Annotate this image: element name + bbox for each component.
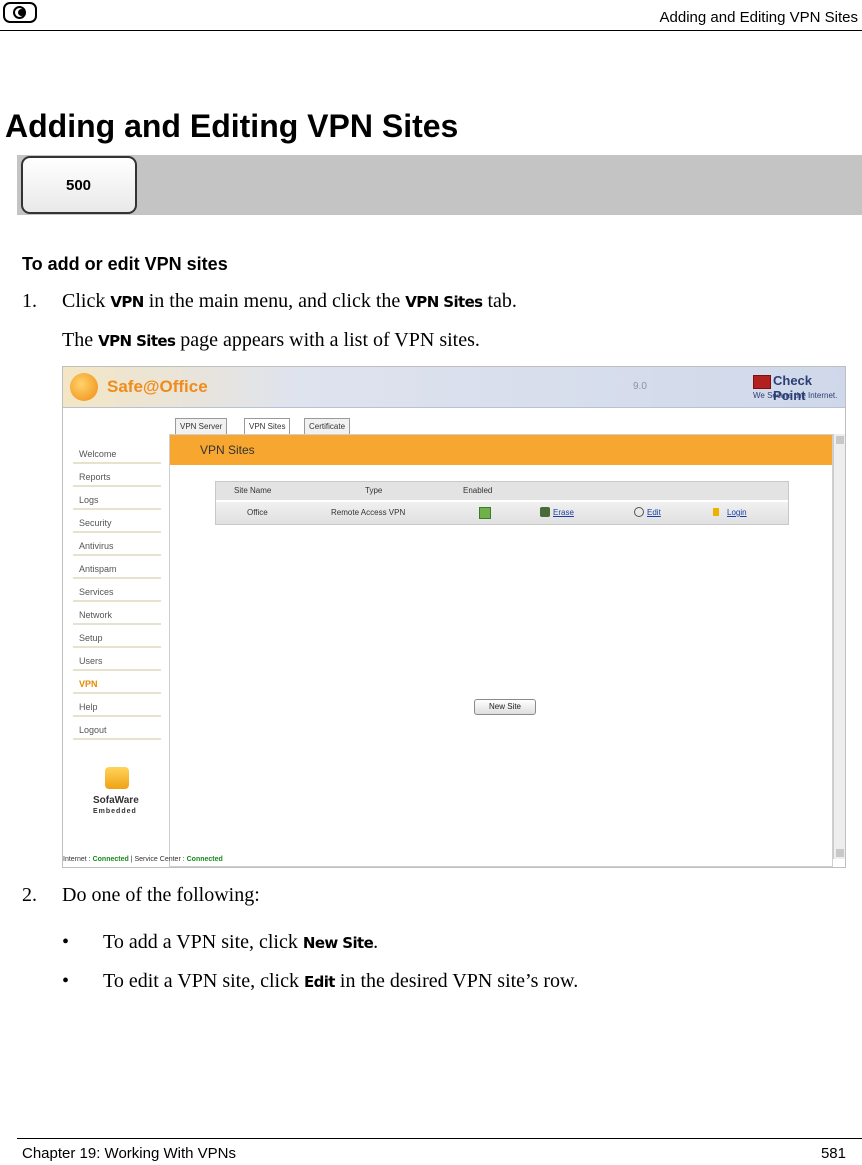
- row-site-name: Office: [247, 508, 268, 517]
- procedure-title: To add or edit VPN sites: [22, 254, 228, 274]
- ui-term-vpn-sites: VPN Sites: [98, 332, 176, 350]
- login-link[interactable]: Login: [727, 508, 747, 517]
- new-site-button[interactable]: New Site: [474, 699, 536, 715]
- sidebar-item-logout[interactable]: Logout: [73, 720, 161, 740]
- step-1-number: 1.: [22, 290, 37, 312]
- safe-office-logo-icon: [70, 373, 98, 401]
- login-icon[interactable]: [713, 508, 719, 516]
- step-2-text: Do one of the following:: [62, 884, 260, 906]
- brand-tagline: We Secure the Internet.: [753, 391, 838, 400]
- sofaware-name: SofaWare: [93, 795, 139, 806]
- erase-icon[interactable]: [540, 507, 550, 517]
- enabled-check-icon[interactable]: [479, 507, 491, 519]
- row-type: Remote Access VPN: [331, 508, 406, 517]
- step-1-result: The VPN Sites page appears with a list o…: [62, 329, 480, 351]
- sidebar-item-antivirus[interactable]: Antivirus: [73, 536, 161, 556]
- internet-status: Connected: [92, 856, 129, 863]
- sidebar-item-antispam[interactable]: Antispam: [73, 559, 161, 579]
- section-bar: [17, 155, 862, 215]
- sidebar-item-services[interactable]: Services: [73, 582, 161, 602]
- service-center-status: Connected: [186, 856, 223, 863]
- column-header-type: Type: [365, 486, 383, 495]
- footer-chapter: Chapter 19: Working With VPNs: [22, 1145, 236, 1162]
- table-row: [216, 502, 788, 524]
- ui-term-vpn-sites: VPN Sites: [405, 293, 483, 311]
- panel-title: VPN Sites: [170, 435, 832, 465]
- step-1-text: Click VPN in the main menu, and click th…: [62, 290, 517, 312]
- footer-rule: [17, 1138, 862, 1139]
- running-header-title: Adding and Editing VPN Sites: [659, 9, 858, 26]
- sidebar-item-reports[interactable]: Reports: [73, 467, 161, 487]
- sidebar-item-welcome[interactable]: Welcome: [73, 444, 161, 464]
- sofaware-sub: Embedded: [93, 808, 137, 815]
- edit-link[interactable]: Edit: [647, 508, 661, 517]
- ui-term-vpn: VPN: [110, 293, 144, 311]
- app-version: 9.0: [633, 381, 647, 392]
- bullet-edit-site: To edit a VPN site, click Edit in the de…: [103, 970, 579, 992]
- sofaware-logo-icon: [105, 767, 129, 789]
- sidebar-item-help[interactable]: Help: [73, 697, 161, 717]
- model-badge: 500: [21, 156, 137, 214]
- publisher-logo-icon: [3, 2, 37, 23]
- sidebar-item-network[interactable]: Network: [73, 605, 161, 625]
- column-header-site-name: Site Name: [234, 486, 272, 495]
- bullet-add-site: To add a VPN site, click New Site.: [103, 931, 379, 953]
- section-title: Adding and Editing VPN Sites: [5, 108, 459, 144]
- status-bar: Internet : Connected | Service Center : …: [63, 856, 223, 863]
- step-2-number: 2.: [22, 884, 37, 906]
- table-header: [216, 482, 788, 500]
- bullet-dot: •: [62, 970, 70, 992]
- ui-term-edit: Edit: [303, 973, 336, 991]
- app-name: Safe@Office: [107, 377, 208, 396]
- tab-certificate[interactable]: Certificate: [304, 418, 351, 434]
- edit-icon[interactable]: [634, 507, 644, 517]
- tab-vpn-sites[interactable]: VPN Sites: [244, 418, 291, 434]
- erase-link[interactable]: Erase: [553, 508, 574, 517]
- scrollbar[interactable]: [833, 434, 845, 859]
- column-header-enabled: Enabled: [463, 486, 493, 495]
- sidebar-item-logs[interactable]: Logs: [73, 490, 161, 510]
- sidebar-item-setup[interactable]: Setup: [73, 628, 161, 648]
- tab-vpn-server[interactable]: VPN Server: [175, 418, 228, 434]
- page-number: 581: [820, 1145, 846, 1162]
- sidebar-item-security[interactable]: Security: [73, 513, 161, 533]
- ui-term-new-site: New Site: [302, 934, 374, 952]
- check-point-logo-icon: [753, 375, 771, 389]
- sidebar-item-vpn[interactable]: VPN: [73, 674, 161, 694]
- vpn-sites-screenshot: Safe@Office 9.0 Check Point We Secure th…: [62, 366, 846, 868]
- sidebar-item-users[interactable]: Users: [73, 651, 161, 671]
- bullet-dot: •: [62, 931, 70, 953]
- header-rule: [0, 30, 862, 31]
